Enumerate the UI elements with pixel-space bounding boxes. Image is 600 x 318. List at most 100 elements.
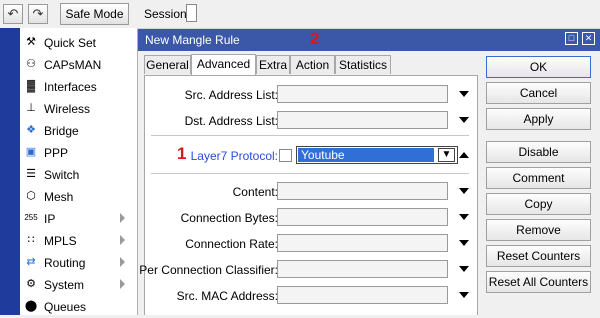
layer7-protocol-label: Layer7 Protocol: — [190, 149, 278, 163]
sidebar-item-quick-set[interactable]: ⚒ Quick Set — [20, 32, 137, 54]
tab-statistics[interactable]: Statistics — [335, 55, 391, 74]
per-connection-classifier-label: Per Connection Classifier: — [139, 263, 278, 277]
select-dropdown-icon[interactable]: ▼ — [438, 148, 455, 162]
submenu-arrow-icon — [120, 235, 125, 245]
chevron-down-icon[interactable] — [459, 292, 469, 298]
tab-extra[interactable]: Extra — [256, 55, 290, 74]
new-mangle-rule-dialog: New Mangle Rule □ ✕ 2 General Advanced E… — [137, 29, 600, 315]
capsman-icon: ⚇ — [26, 58, 36, 70]
sidebar-menu: ⚒ Quick Set ⚇ CAPsMAN ▓ Interfaces ⊥ Wir… — [20, 28, 138, 315]
disable-button[interactable]: Disable — [486, 141, 591, 163]
copy-button[interactable]: Copy — [486, 193, 591, 215]
sidebar-item-interfaces[interactable]: ▓ Interfaces — [20, 76, 137, 98]
redo-icon[interactable]: ↷ — [28, 4, 48, 24]
dialog-titlebar[interactable]: New Mangle Rule □ ✕ — [138, 29, 600, 51]
sidebar-item-label: Interfaces — [44, 80, 97, 94]
connection-rate-label: Connection Rate: — [185, 237, 278, 251]
safe-mode-button[interactable]: Safe Mode — [60, 3, 129, 25]
per-connection-classifier-field[interactable] — [277, 260, 448, 278]
layer7-protocol-select[interactable]: Youtube ▼ — [296, 146, 458, 164]
comment-button[interactable]: Comment — [486, 167, 591, 189]
bridge-icon: ❖ — [26, 124, 36, 136]
sidebar-item-label: Wireless — [44, 102, 91, 116]
maximize-icon[interactable]: □ — [565, 32, 578, 45]
advanced-form-panel: Src. Address List: Dst. Address List: 1 … — [139, 75, 478, 315]
sidebar-item-label: MPLS — [44, 234, 77, 248]
src-address-list-field[interactable] — [277, 85, 448, 103]
sidebar-item-label: System — [44, 278, 85, 292]
sidebar-item-wireless[interactable]: ⊥ Wireless — [20, 98, 137, 120]
tab-action[interactable]: Action — [290, 55, 335, 74]
sidebar-item-mpls[interactable]: ∷ MPLS — [20, 230, 137, 252]
undo-icon[interactable]: ↶ — [3, 4, 23, 24]
apply-button[interactable]: Apply — [486, 108, 591, 130]
sidebar-item-routing[interactable]: ⇄ Routing — [20, 252, 137, 274]
routing-icon: ⇄ — [26, 256, 36, 268]
chevron-down-icon[interactable] — [459, 266, 469, 272]
quick-set-icon: ⚒ — [26, 36, 36, 48]
ip-icon: 255 — [24, 213, 38, 222]
session-field[interactable] — [186, 4, 197, 22]
reset-counters-button[interactable]: Reset Counters — [486, 245, 591, 267]
layer7-negate-checkbox[interactable] — [279, 149, 292, 162]
submenu-arrow-icon — [120, 279, 125, 289]
reset-all-counters-button[interactable]: Reset All Counters — [486, 271, 591, 293]
sidebar-item-system[interactable]: ⚙ System — [20, 274, 137, 296]
system-icon: ⚙ — [26, 278, 36, 290]
top-toolbar: ↶ ↷ Safe Mode Session: — [0, 0, 600, 29]
sidebar-item-label: Routing — [44, 256, 86, 270]
sidebar-item-label: CAPsMAN — [44, 58, 102, 72]
chevron-down-icon[interactable] — [459, 240, 469, 246]
tab-general[interactable]: General — [144, 55, 191, 74]
sidebar-item-label: IP — [44, 212, 56, 226]
sidebar-item-switch[interactable]: ☰ Switch — [20, 164, 137, 186]
dst-address-list-label: Dst. Address List: — [184, 114, 278, 128]
winbox-side-strip — [0, 28, 20, 315]
tab-advanced[interactable]: Advanced — [191, 54, 256, 75]
connection-bytes-label: Connection Bytes: — [180, 211, 278, 225]
connection-rate-field[interactable] — [277, 234, 448, 252]
ppp-icon: ▣ — [25, 146, 37, 158]
separator — [151, 135, 469, 136]
chevron-down-icon[interactable] — [459, 117, 469, 123]
chevron-down-icon[interactable] — [459, 91, 469, 97]
annotation-marker-1: 1 — [177, 144, 187, 163]
connection-bytes-field[interactable] — [277, 208, 448, 226]
sidebar-item-label: Bridge — [44, 124, 79, 138]
content-field[interactable] — [277, 182, 448, 200]
chevron-down-icon[interactable] — [459, 214, 469, 220]
sidebar-item-label: PPP — [44, 146, 69, 160]
cancel-button[interactable]: Cancel — [486, 82, 591, 104]
chevron-up-icon[interactable] — [459, 152, 469, 158]
src-mac-address-label: Src. MAC Address: — [176, 289, 278, 303]
wireless-icon: ⊥ — [26, 102, 36, 114]
sidebar-item-bridge[interactable]: ❖ Bridge — [20, 120, 137, 142]
close-icon[interactable]: ✕ — [582, 32, 595, 45]
sidebar-item-label: Switch — [44, 168, 80, 182]
src-address-list-label: Src. Address List: — [184, 88, 278, 102]
submenu-arrow-icon — [120, 213, 125, 223]
session-label: Session: — [144, 7, 191, 21]
sidebar-item-ppp[interactable]: ▣ PPP — [20, 142, 137, 164]
dst-address-list-field[interactable] — [277, 111, 448, 129]
sidebar-item-ip[interactable]: 255 IP — [20, 208, 137, 230]
dialog-title: New Mangle Rule — [145, 33, 240, 47]
sidebar-item-mesh[interactable]: ⬡ Mesh — [20, 186, 137, 208]
remove-button[interactable]: Remove — [486, 219, 591, 241]
sidebar-item-label: Queues — [44, 300, 87, 314]
sidebar-item-label: Mesh — [44, 190, 74, 204]
annotation-marker-2: 2 — [310, 29, 320, 48]
submenu-arrow-icon — [120, 257, 125, 267]
chevron-down-icon[interactable] — [459, 188, 469, 194]
interfaces-icon: ▓ — [26, 80, 36, 92]
sidebar-item-label: Quick Set — [44, 36, 97, 50]
layer7-protocol-value: Youtube — [298, 148, 434, 162]
queues-icon: ⬤ — [24, 300, 38, 312]
separator — [151, 173, 469, 174]
src-mac-address-field[interactable] — [277, 286, 448, 304]
switch-icon: ☰ — [26, 168, 36, 180]
ok-button[interactable]: OK — [486, 56, 591, 78]
mpls-icon: ∷ — [27, 234, 35, 246]
sidebar-item-capsman[interactable]: ⚇ CAPsMAN — [20, 54, 137, 76]
content-label: Content: — [232, 185, 278, 199]
